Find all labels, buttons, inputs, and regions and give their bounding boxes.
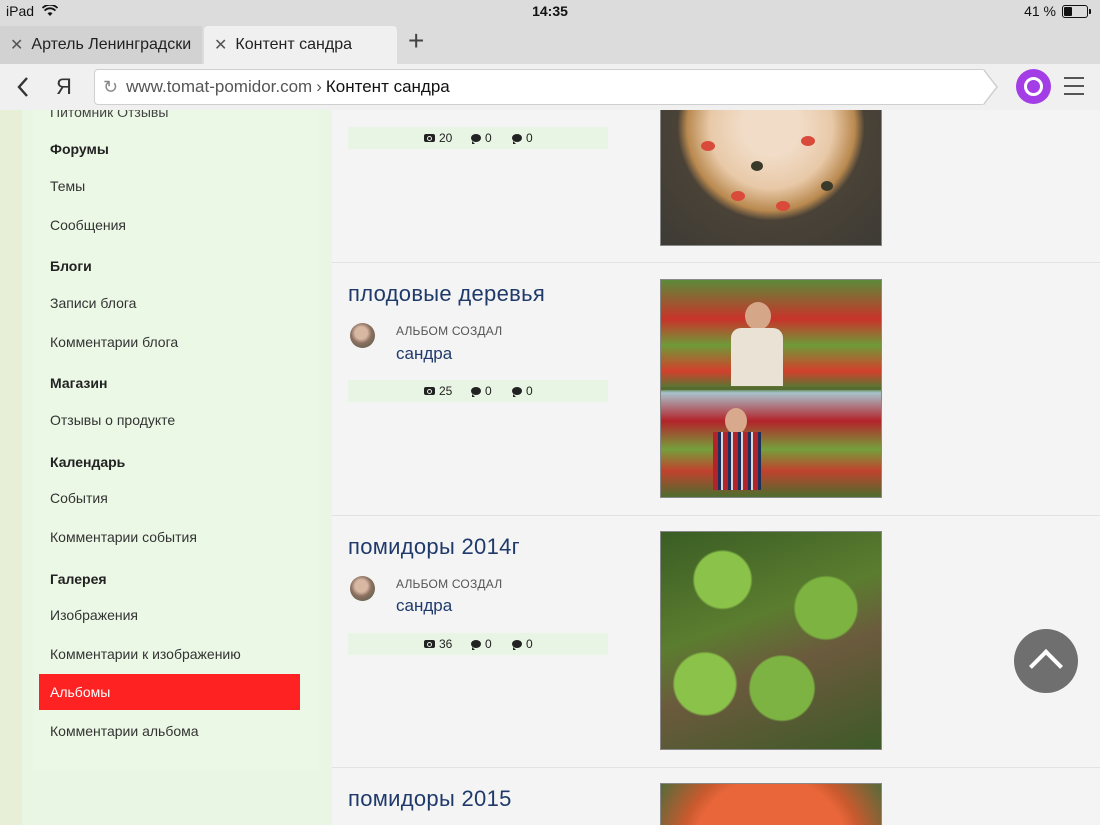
comment-icon — [471, 134, 481, 144]
album-thumbnail-tomato-2015[interactable] — [660, 783, 882, 825]
url-separator: › — [316, 77, 322, 96]
sidebar-item-cut[interactable]: Питомник Отзывы — [50, 110, 168, 120]
sidebar-item-blog-posts[interactable]: Записи блога — [50, 295, 136, 311]
battery-icon — [1062, 4, 1091, 18]
avatar[interactable] — [350, 323, 375, 348]
hamburger-menu-icon[interactable] — [1064, 77, 1084, 101]
camera-icon — [424, 387, 435, 395]
album-separator — [332, 767, 1100, 768]
comment-count: 0 — [485, 384, 492, 398]
sidebar-heading-forums: Форумы — [50, 141, 109, 157]
album-thumbnail-fruit-trees[interactable] — [660, 279, 882, 498]
sidebar-item-events[interactable]: События — [50, 490, 108, 506]
url-field-tip-inner — [983, 70, 996, 104]
sidebar-item-image-comments[interactable]: Комментарии к изображению — [50, 646, 241, 662]
album-created-label: АЛЬБОМ СОЗДАЛ — [396, 324, 503, 338]
album-author-link[interactable]: сандра — [396, 344, 452, 364]
chevron-up-icon — [1029, 649, 1063, 683]
close-tab-icon[interactable]: ✕ — [10, 35, 23, 55]
sidebar-item-images[interactable]: Изображения — [50, 607, 138, 623]
photo-count: 36 — [439, 637, 453, 651]
sidebar-heading-shop: Магазин — [50, 375, 108, 391]
album-separator — [332, 515, 1100, 516]
tab-bar: ✕ Артель Ленинградски ✕ Контент сандра — [0, 22, 1100, 64]
clock: 14:35 — [532, 3, 568, 19]
sidebar-heading-blogs: Блоги — [50, 258, 92, 274]
album-thumbnail-tomatoes[interactable] — [660, 531, 882, 750]
comment-count: 0 — [485, 131, 492, 145]
yandex-logo[interactable]: Я — [56, 74, 72, 100]
status-bar: iPad 14:35 41 % — [0, 0, 1100, 22]
comment-count: 0 — [485, 637, 492, 651]
url-domain: www.tomat-pomidor.com — [126, 77, 313, 96]
sidebar-item-messages[interactable]: Сообщения — [50, 217, 126, 233]
reload-icon[interactable]: ↻ — [103, 77, 118, 98]
like-count: 0 — [526, 131, 533, 145]
camera-icon — [424, 640, 435, 648]
sidebar-item-album-comments[interactable]: Комментарии альбома — [50, 723, 199, 739]
album-author-link[interactable]: сандра — [396, 596, 452, 616]
sidebar-item-albums[interactable]: Альбомы — [39, 674, 300, 710]
sidebar-item-topics[interactable]: Темы — [50, 178, 85, 194]
sidebar-item-event-comments[interactable]: Комментарии события — [50, 529, 197, 545]
album-created-label: АЛЬБОМ СОЗДАЛ — [396, 577, 503, 591]
back-icon[interactable] — [16, 76, 30, 98]
album-title[interactable]: плодовые деревья — [348, 281, 545, 307]
album-stats: 25 0 0 — [348, 380, 608, 402]
album-stats: 20 0 0 — [348, 127, 608, 149]
comment-icon — [512, 387, 522, 397]
photo-count: 25 — [439, 384, 453, 398]
tab-artel[interactable]: ✕ Артель Ленинградски — [0, 26, 202, 64]
avatar[interactable] — [350, 576, 375, 601]
like-count: 0 — [526, 637, 533, 651]
tab-label: Контент сандра — [235, 36, 352, 53]
photo-count: 20 — [439, 131, 453, 145]
sidebar-heading-calendar: Календарь — [50, 454, 126, 470]
like-count: 0 — [526, 384, 533, 398]
album-list: 20 0 0 плодовые деревья АЛЬБОМ СОЗДАЛ са… — [332, 110, 1100, 825]
sidebar-item-label: Альбомы — [50, 684, 111, 700]
sidebar-panel — [34, 110, 318, 770]
sidebar-item-blog-comments[interactable]: Комментарии блога — [50, 334, 178, 350]
tab-label: Артель Ленинградски — [31, 36, 192, 53]
album-thumbnail-pizza[interactable] — [660, 110, 882, 246]
album-separator — [332, 262, 1100, 263]
page: Питомник Отзывы Форумы Темы Сообщения Бл… — [0, 110, 1100, 825]
url-field[interactable]: ↻ www.tomat-pomidor.com › Контент сандра — [94, 69, 986, 105]
url-page-title: Контент сандра — [325, 77, 450, 96]
sidebar-item-product-reviews[interactable]: Отзывы о продукте — [50, 412, 175, 428]
comment-icon — [471, 640, 481, 650]
new-tab-icon[interactable]: + — [408, 27, 424, 55]
comment-icon — [512, 640, 522, 650]
battery-percent: 41 % — [1024, 3, 1056, 19]
comment-icon — [512, 134, 522, 144]
left-margin — [0, 110, 22, 825]
album-stats: 36 0 0 — [348, 633, 608, 655]
album-title[interactable]: помидоры 2015 — [348, 786, 512, 812]
comment-icon — [471, 387, 481, 397]
tab-content-sandra[interactable]: ✕ Контент сандра — [204, 26, 397, 64]
sidebar-heading-gallery: Галерея — [50, 571, 107, 587]
album-title[interactable]: помидоры 2014г — [348, 534, 520, 560]
address-bar-row: Я ↻ www.tomat-pomidor.com › Контент санд… — [0, 64, 1100, 111]
close-tab-icon[interactable]: ✕ — [214, 35, 227, 55]
scroll-to-top-button[interactable] — [1014, 629, 1078, 693]
alice-assistant-icon[interactable] — [1016, 69, 1051, 104]
camera-icon — [424, 134, 435, 142]
